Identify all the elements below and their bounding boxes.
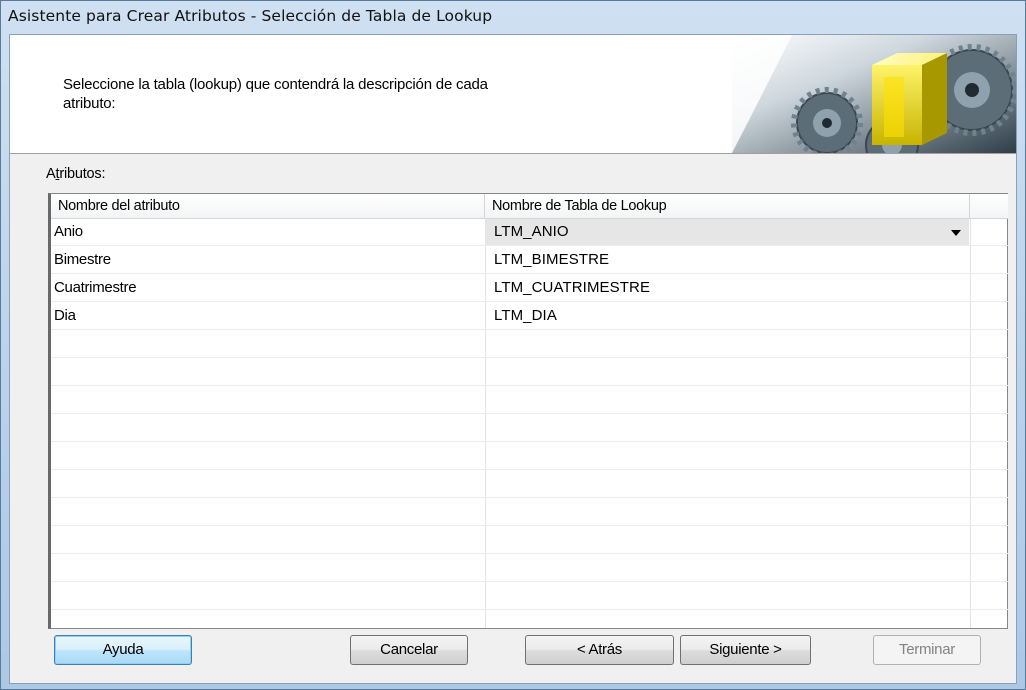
attributes-grid[interactable]: Nombre del atributo Nombre de Tabla de L…: [48, 193, 1008, 629]
empty-row: [51, 414, 1008, 442]
empty-row: [51, 442, 1008, 470]
table-row[interactable]: Cuatrimestre LTM_CUATRIMESTRE: [51, 274, 1008, 302]
attribute-name-cell[interactable]: Anio: [51, 218, 485, 246]
empty-row: [51, 526, 1008, 554]
empty-row: [51, 330, 1008, 358]
table-row[interactable]: Anio LTM_ANIO: [51, 218, 1008, 246]
window-title: Asistente para Crear Atributos - Selecci…: [8, 7, 493, 25]
lookup-table-cell[interactable]: LTM_DIA: [485, 302, 955, 330]
empty-row: [51, 470, 1008, 498]
empty-row: [51, 498, 1008, 526]
column-header-attribute-name[interactable]: Nombre del atributo: [51, 194, 485, 218]
table-row[interactable]: Bimestre LTM_BIMESTRE: [51, 246, 1008, 274]
help-button[interactable]: Ayuda: [54, 635, 192, 665]
wizard-body: Seleccione la tabla (lookup) que contend…: [9, 34, 1017, 684]
next-button[interactable]: Siguiente >: [680, 635, 811, 665]
empty-row: [51, 554, 1008, 582]
empty-row: [51, 582, 1008, 610]
instruction-line-1: Seleccione la tabla (lookup) que contend…: [63, 76, 488, 93]
back-button[interactable]: < Atrás: [525, 635, 674, 665]
lookup-table-cell[interactable]: LTM_ANIO: [485, 218, 955, 246]
title-bar[interactable]: Asistente para Crear Atributos - Selecci…: [1, 1, 1025, 33]
empty-row: [51, 358, 1008, 386]
instruction-text: Seleccione la tabla (lookup) que contend…: [63, 75, 623, 113]
attributes-label: Atributos:: [46, 166, 106, 182]
table-row[interactable]: Dia LTM_DIA: [51, 302, 1008, 330]
wizard-window: Asistente para Crear Atributos - Selecci…: [0, 0, 1026, 690]
finish-button[interactable]: Terminar: [873, 635, 981, 665]
attribute-name-cell[interactable]: Bimestre: [51, 246, 485, 274]
grid-header: Nombre del atributo Nombre de Tabla de L…: [51, 194, 1008, 219]
lookup-table-cell[interactable]: LTM_CUATRIMESTRE: [485, 274, 955, 302]
gears-cube-banner-icon: [732, 35, 1016, 153]
lookup-table-cell[interactable]: LTM_BIMESTRE: [485, 246, 955, 274]
column-header-lookup-table[interactable]: Nombre de Tabla de Lookup: [485, 194, 970, 218]
instruction-line-2: atributo:: [63, 95, 116, 112]
wizard-header: Seleccione la tabla (lookup) que contend…: [10, 35, 1016, 154]
attribute-name-cell[interactable]: Dia: [51, 302, 485, 330]
empty-row: [51, 386, 1008, 414]
cancel-button[interactable]: Cancelar: [350, 635, 468, 665]
attribute-name-cell[interactable]: Cuatrimestre: [51, 274, 485, 302]
